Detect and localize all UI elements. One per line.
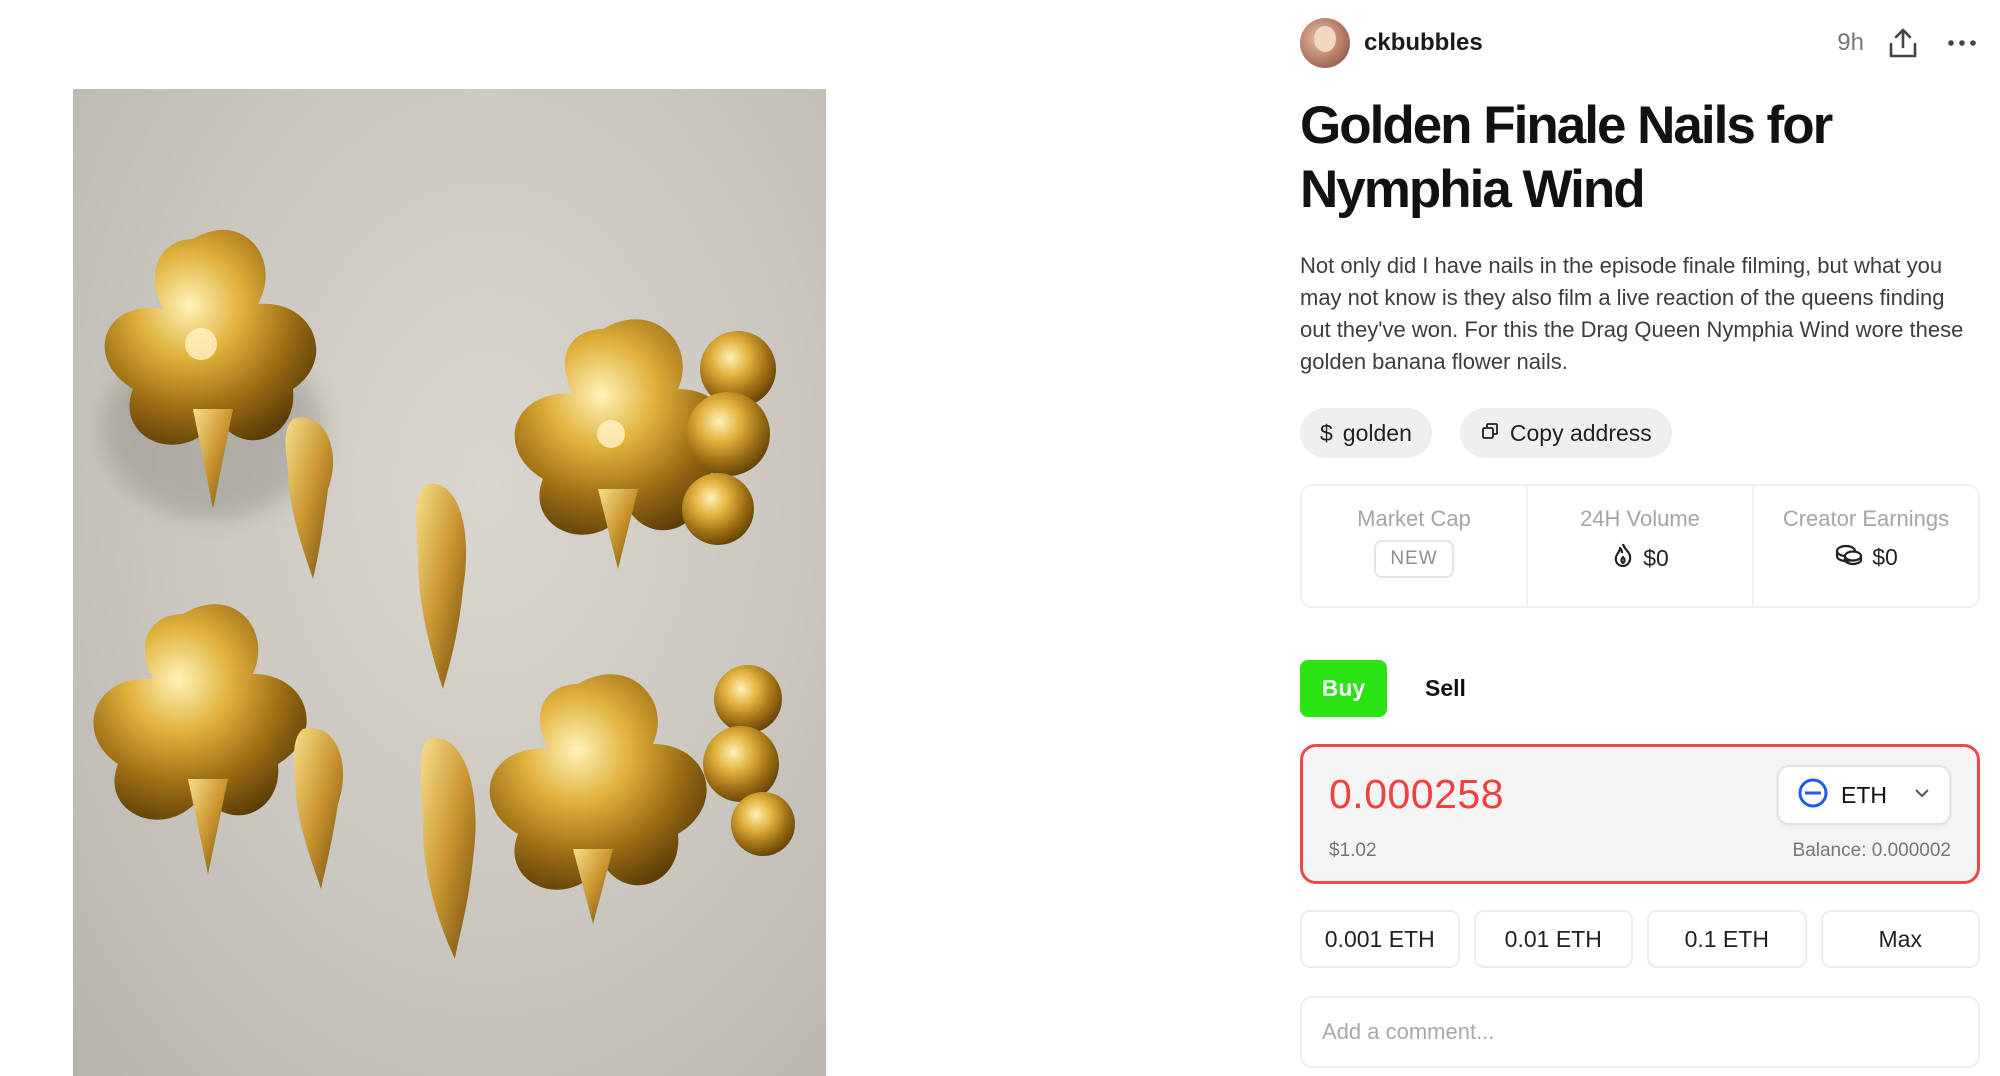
amount-input-box[interactable]: 0.000258 $1.02 ETH Balance: 0.000002 — [1300, 744, 1980, 884]
post-title: Golden Finale Nails for Nymphia Wind — [1300, 96, 1833, 219]
balance: Balance: 0.000002 — [1792, 840, 1951, 861]
amount-input[interactable]: 0.000258 — [1329, 771, 1504, 818]
quick-amount-0-1[interactable]: 0.1 ETH — [1647, 910, 1807, 968]
post-page: ckbubbles 9h Golden Finale Nails for Nym… — [0, 0, 2000, 1076]
golden-nails-photo — [93, 229, 795, 959]
post-time: 9h — [1837, 29, 1864, 56]
post-header: ckbubbles 9h — [1300, 18, 1980, 68]
post-image[interactable] — [73, 89, 826, 1076]
ticker-label: golden — [1342, 419, 1412, 446]
tab-sell[interactable]: Sell — [1425, 675, 1466, 702]
quick-amount-0-01[interactable]: 0.01 ETH — [1473, 910, 1633, 968]
market-cap-label: Market Cap — [1357, 506, 1471, 531]
copy-address-label: Copy address — [1509, 419, 1652, 446]
token-label: ETH — [1841, 781, 1887, 808]
token-select[interactable]: ETH — [1777, 765, 1951, 825]
trade-tabs: Buy Sell — [1300, 660, 1466, 717]
quick-amount-max[interactable]: Max — [1820, 910, 1980, 968]
tab-buy[interactable]: Buy — [1300, 660, 1387, 717]
volume-label: 24H Volume — [1580, 506, 1700, 531]
stat-volume: 24H Volume $0 — [1528, 486, 1754, 606]
volume-value: $0 — [1643, 544, 1669, 571]
copy-icon — [1480, 420, 1500, 447]
chip-row: $ golden Copy address — [1300, 408, 1672, 458]
quick-amount-0-001[interactable]: 0.001 ETH — [1300, 910, 1460, 968]
ticker-chip[interactable]: $ golden — [1300, 408, 1432, 458]
flame-icon — [1611, 542, 1635, 574]
quick-amounts: 0.001 ETH 0.01 ETH 0.1 ETH Max — [1300, 910, 1980, 968]
stats-panel: Market Cap NEW 24H Volume $0 Creator Ear… — [1300, 484, 1980, 608]
username[interactable]: ckbubbles — [1364, 29, 1483, 57]
coins-icon — [1834, 542, 1864, 572]
earnings-label: Creator Earnings — [1782, 506, 1950, 531]
amount-usd: $1.02 — [1329, 840, 1377, 861]
earnings-value-row: $0 — [1834, 542, 1898, 572]
eth-token-icon — [1797, 777, 1829, 814]
dollar-icon: $ — [1320, 419, 1333, 446]
share-icon[interactable] — [1886, 26, 1920, 60]
copy-address-button[interactable]: Copy address — [1459, 408, 1672, 458]
avatar[interactable] — [1300, 18, 1350, 68]
stat-market-cap: Market Cap NEW — [1302, 486, 1528, 606]
new-badge: NEW — [1374, 540, 1454, 578]
stat-creator-earnings: Creator Earnings $0 — [1754, 486, 1978, 606]
earnings-value: $0 — [1872, 543, 1898, 570]
more-options-icon[interactable] — [1944, 25, 1980, 61]
chevron-down-icon — [1913, 786, 1931, 804]
volume-value-row: $0 — [1611, 542, 1669, 574]
comment-input[interactable] — [1300, 996, 1980, 1068]
post-description: Not only did I have nails in the episode… — [1300, 253, 1964, 374]
